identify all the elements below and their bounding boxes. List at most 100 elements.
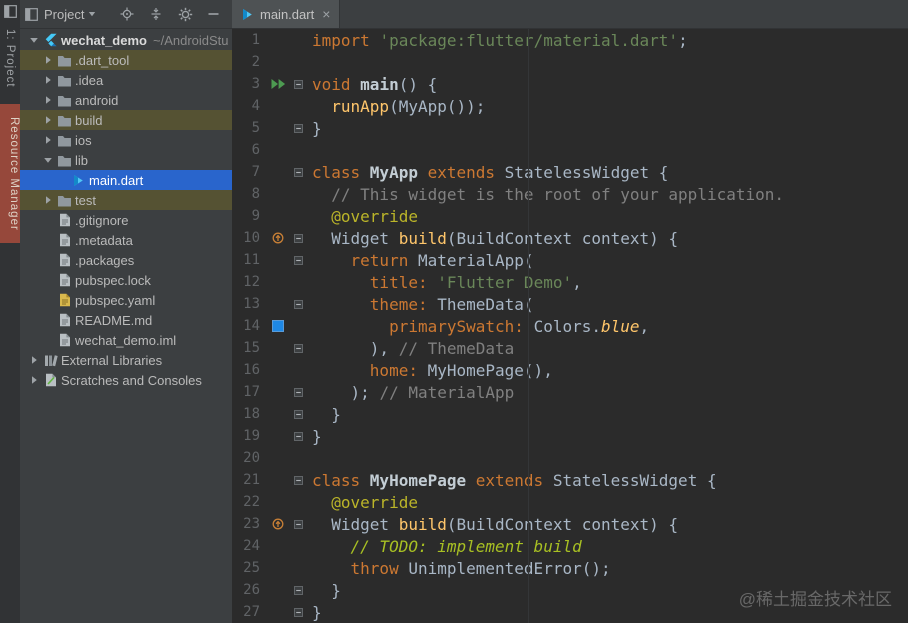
tree-item-pubspec-yaml[interactable]: pubspec.yaml [20, 290, 232, 310]
chevron-right-icon[interactable] [26, 355, 41, 365]
tree-item-dart-tool[interactable]: .dart_tool [20, 50, 232, 70]
tree-item-wechat-demo[interactable]: wechat_demo ~/AndroidStu [20, 30, 232, 50]
fold-marker-icon[interactable] [290, 79, 306, 89]
chevron-down-icon[interactable] [26, 35, 41, 45]
line-number[interactable]: 25 [232, 560, 260, 576]
code-line-11[interactable]: 11 return MaterialApp( [232, 249, 908, 271]
line-number[interactable]: 11 [232, 252, 260, 268]
fold-marker-icon[interactable] [290, 233, 306, 243]
fold-marker-icon[interactable] [290, 387, 306, 397]
line-number[interactable]: 17 [232, 384, 260, 400]
tree-item-packages[interactable]: .packages [20, 250, 232, 270]
fold-marker-icon[interactable] [290, 299, 306, 309]
code-line-22[interactable]: 22 @override [232, 491, 908, 513]
code-line-4[interactable]: 4 runApp(MyApp()); [232, 95, 908, 117]
tree-item-lib[interactable]: lib [20, 150, 232, 170]
colorswatch-gutter-icon[interactable] [266, 320, 290, 332]
line-number[interactable]: 6 [232, 142, 260, 158]
code-line-7[interactable]: 7 class MyApp extends StatelessWidget { [232, 161, 908, 183]
override-gutter-icon[interactable] [266, 518, 290, 530]
tree-item-scratches-and-consoles[interactable]: Scratches and Consoles [20, 370, 232, 390]
code-line-20[interactable]: 20 [232, 447, 908, 469]
fold-marker-icon[interactable] [290, 167, 306, 177]
fold-marker-icon[interactable] [290, 475, 306, 485]
line-number[interactable]: 14 [232, 318, 260, 334]
line-number[interactable]: 20 [232, 450, 260, 466]
tree-item-build[interactable]: build [20, 110, 232, 130]
tree-item-idea[interactable]: .idea [20, 70, 232, 90]
hide-panel-icon[interactable] [208, 12, 219, 16]
chevron-right-icon[interactable] [40, 95, 55, 105]
chevron-down-icon[interactable] [40, 155, 55, 165]
code-line-3[interactable]: 3 void main() { [232, 73, 908, 95]
line-number[interactable]: 16 [232, 362, 260, 378]
code-line-2[interactable]: 2 [232, 51, 908, 73]
code-line-14[interactable]: 14 primarySwatch: Colors.blue, [232, 315, 908, 337]
line-number[interactable]: 3 [232, 76, 260, 92]
line-number[interactable]: 23 [232, 516, 260, 532]
tool-window-tab-resource-manager[interactable]: Resource Manager [0, 103, 20, 244]
editor[interactable]: 1 import 'package:flutter/material.dart';… [232, 29, 908, 623]
run-gutter-icon[interactable] [266, 78, 290, 90]
tree-item-pubspec-lock[interactable]: pubspec.lock [20, 270, 232, 290]
tree-item-ios[interactable]: ios [20, 130, 232, 150]
code-line-1[interactable]: 1 import 'package:flutter/material.dart'; [232, 29, 908, 51]
line-number[interactable]: 2 [232, 54, 260, 70]
chevron-right-icon[interactable] [26, 375, 41, 385]
line-number[interactable]: 9 [232, 208, 260, 224]
line-number[interactable]: 18 [232, 406, 260, 422]
tree-item-wechat-demo-iml[interactable]: wechat_demo.iml [20, 330, 232, 350]
tree-item-gitignore[interactable]: .gitignore [20, 210, 232, 230]
code-line-23[interactable]: 23 Widget build(BuildContext context) { [232, 513, 908, 535]
settings-gear-icon[interactable] [178, 7, 193, 22]
chevron-right-icon[interactable] [40, 55, 55, 65]
code-line-17[interactable]: 17 ); // MaterialApp [232, 381, 908, 403]
close-tab-icon[interactable]: × [322, 7, 330, 21]
line-number[interactable]: 26 [232, 582, 260, 598]
code-line-10[interactable]: 10 Widget build(BuildContext context) { [232, 227, 908, 249]
line-number[interactable]: 5 [232, 120, 260, 136]
tree-item-readme-md[interactable]: README.md [20, 310, 232, 330]
code-line-21[interactable]: 21 class MyHomePage extends StatelessWidg… [232, 469, 908, 491]
fold-marker-icon[interactable] [290, 431, 306, 441]
code-line-8[interactable]: 8 // This widget is the root of your app… [232, 183, 908, 205]
fold-marker-icon[interactable] [290, 343, 306, 353]
tree-item-external-libraries[interactable]: External Libraries [20, 350, 232, 370]
code-line-19[interactable]: 19} [232, 425, 908, 447]
line-number[interactable]: 15 [232, 340, 260, 356]
code-line-9[interactable]: 9 @override [232, 205, 908, 227]
code-line-15[interactable]: 15 ), // ThemeData [232, 337, 908, 359]
project-view-selector[interactable]: Project [44, 7, 84, 22]
code-area[interactable]: 1 import 'package:flutter/material.dart';… [232, 29, 908, 623]
code-line-18[interactable]: 18 } [232, 403, 908, 425]
line-number[interactable]: 4 [232, 98, 260, 114]
chevron-right-icon[interactable] [40, 195, 55, 205]
tree-item-metadata[interactable]: .metadata [20, 230, 232, 250]
code-line-25[interactable]: 25 throw UnimplementedError(); [232, 557, 908, 579]
tree-item-test[interactable]: test [20, 190, 232, 210]
code-line-13[interactable]: 13 theme: ThemeData( [232, 293, 908, 315]
override-gutter-icon[interactable] [266, 232, 290, 244]
line-number[interactable]: 13 [232, 296, 260, 312]
code-line-12[interactable]: 12 title: 'Flutter Demo', [232, 271, 908, 293]
caret-down-icon[interactable] [88, 11, 96, 17]
line-number[interactable]: 12 [232, 274, 260, 290]
code-line-5[interactable]: 5} [232, 117, 908, 139]
line-number[interactable]: 22 [232, 494, 260, 510]
fold-marker-icon[interactable] [290, 519, 306, 529]
line-number[interactable]: 8 [232, 186, 260, 202]
tab-main-dart[interactable]: main.dart × [232, 0, 341, 28]
chevron-right-icon[interactable] [40, 135, 55, 145]
code-line-24[interactable]: 24 // TODO: implement build [232, 535, 908, 557]
tree-item-main-dart[interactable]: main.dart [20, 170, 232, 190]
line-number[interactable]: 7 [232, 164, 260, 180]
code-line-6[interactable]: 6 [232, 139, 908, 161]
line-number[interactable]: 24 [232, 538, 260, 554]
line-number[interactable]: 21 [232, 472, 260, 488]
code-line-16[interactable]: 16 home: MyHomePage(), [232, 359, 908, 381]
tool-window-tab-project[interactable]: 1: Project [4, 23, 16, 94]
collapse-all-icon[interactable] [149, 7, 163, 21]
fold-marker-icon[interactable] [290, 255, 306, 265]
tree-item-android[interactable]: android [20, 90, 232, 110]
chevron-right-icon[interactable] [40, 115, 55, 125]
